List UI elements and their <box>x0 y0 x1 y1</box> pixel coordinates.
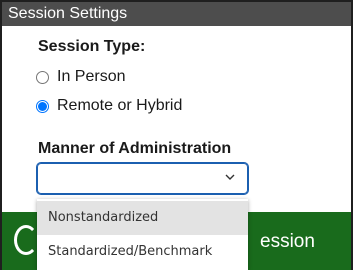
option-nonstandardized[interactable]: Nonstandardized <box>37 201 248 235</box>
button-leading-glyph <box>14 225 38 255</box>
radio-remote-hybrid-label: Remote or Hybrid <box>57 97 183 114</box>
session-type-label: Session Type: <box>38 38 146 55</box>
start-session-button-label: ession <box>260 231 315 252</box>
session-settings-panel: Session Settings Session Type: In Person… <box>0 0 357 270</box>
manner-label: Manner of Administration <box>38 140 232 157</box>
radio-remote-hybrid[interactable]: Remote or Hybrid <box>36 95 182 117</box>
radio-remote-hybrid-button[interactable] <box>36 99 49 113</box>
radio-in-person-label: In Person <box>57 68 126 85</box>
chevron-down-icon <box>225 174 235 180</box>
manner-dropdown-list: Nonstandardized Standardized/Benchmark <box>37 199 248 270</box>
manner-select[interactable] <box>36 162 249 195</box>
radio-in-person[interactable]: In Person <box>36 66 125 88</box>
radio-in-person-button[interactable] <box>36 70 49 84</box>
option-standardized-benchmark[interactable]: Standardized/Benchmark <box>37 235 248 269</box>
panel-title: Session Settings <box>0 0 353 26</box>
